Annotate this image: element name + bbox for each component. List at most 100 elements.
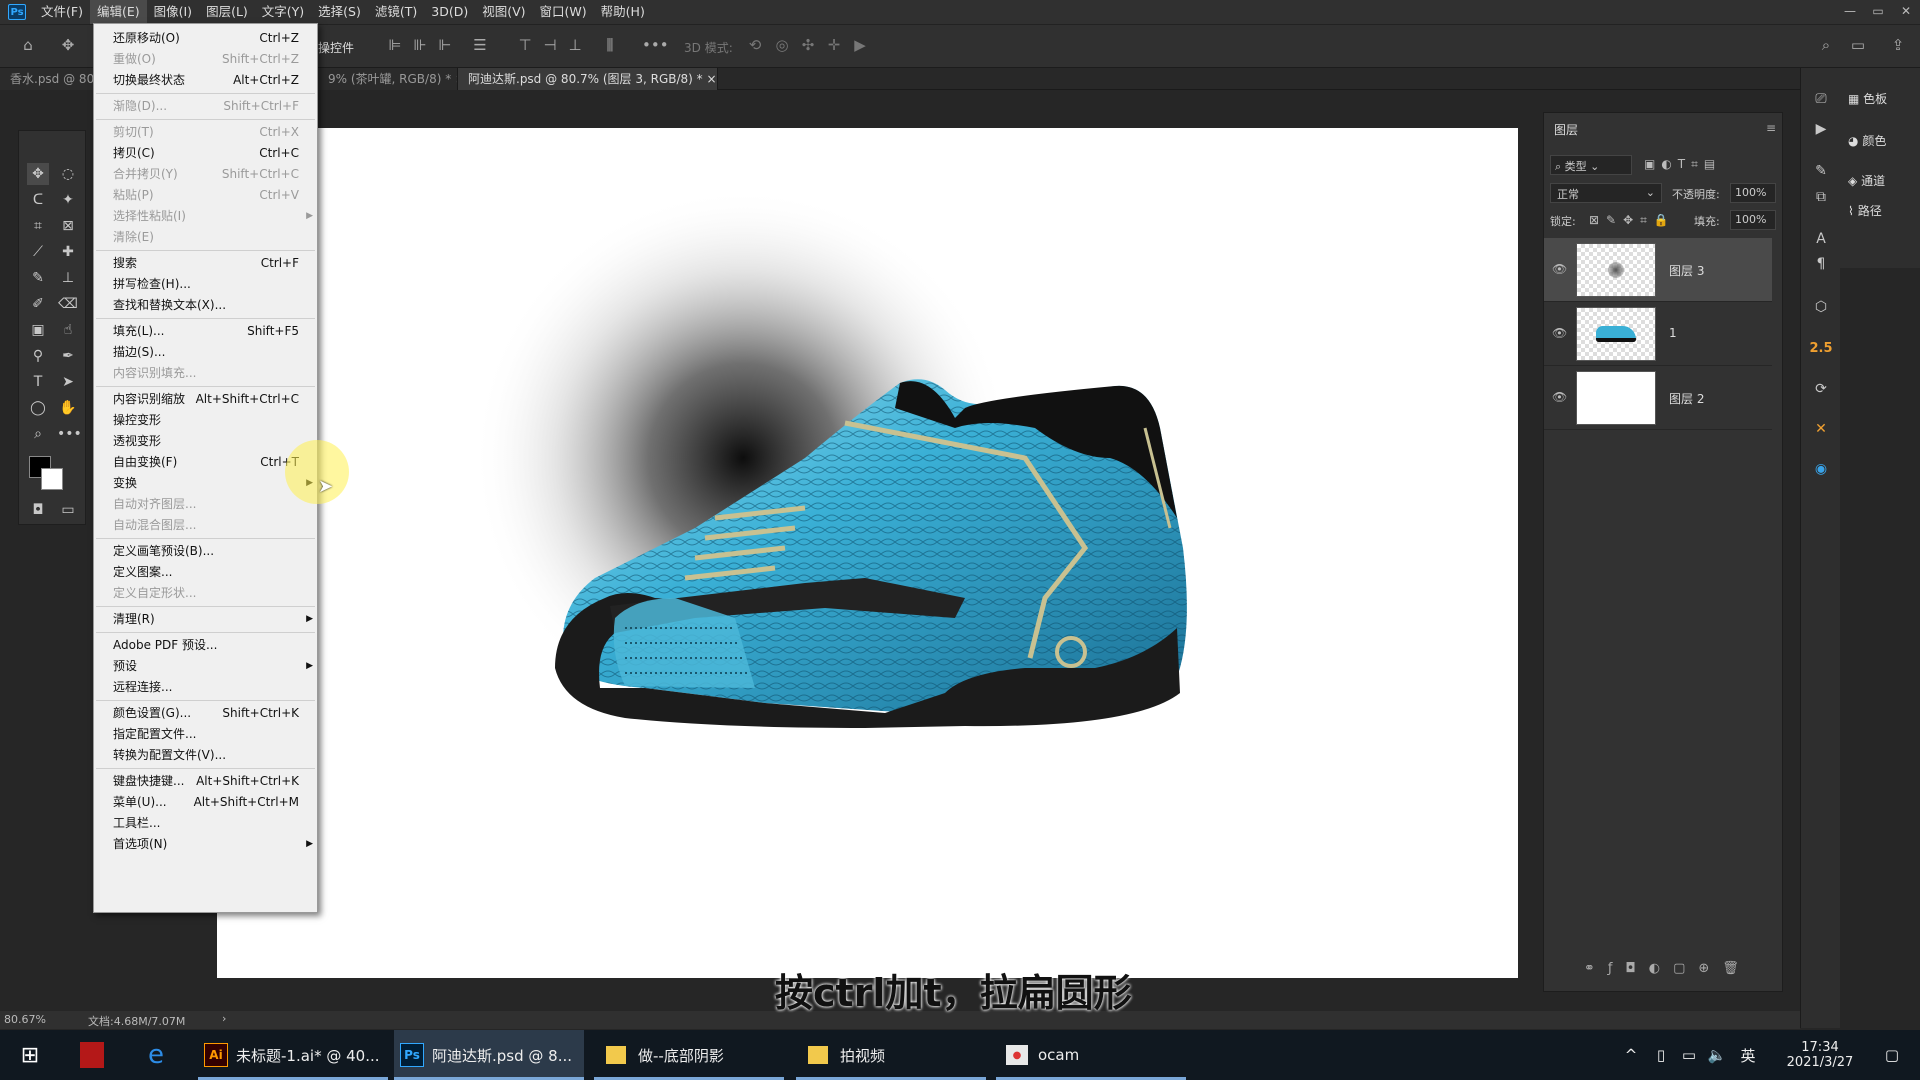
menu-9[interactable]: 窗口(W): [533, 0, 594, 24]
align-bottom-icon[interactable]: ⊥: [565, 35, 585, 55]
tab-close-icon[interactable]: ×: [707, 72, 717, 86]
more-tools-icon[interactable]: •••: [57, 423, 82, 445]
close-button[interactable]: ✕: [1892, 0, 1920, 24]
panel-paths[interactable]: ⌇ 路径: [1848, 202, 1882, 219]
tab-tea-can[interactable]: 9% (茶叶罐, RGB/8) * ×: [318, 68, 458, 90]
edit-menu-item[interactable]: 还原移动(O) Ctrl+Z: [94, 28, 319, 49]
3d-camera-icon[interactable]: ▶: [850, 35, 870, 55]
screen-mode-icon[interactable]: ▭: [57, 499, 79, 521]
menu-5[interactable]: 选择(S): [311, 0, 368, 24]
edit-menu-item[interactable]: 定义图案...: [94, 562, 319, 583]
type-tool-icon[interactable]: T: [27, 371, 49, 393]
blend-mode-select[interactable]: 正常 ⌄: [1550, 183, 1662, 203]
history-icon[interactable]: ⎚: [1810, 88, 1832, 110]
fill-input[interactable]: 100%: [1730, 210, 1776, 230]
minimize-button[interactable]: —: [1836, 0, 1864, 24]
search-icon[interactable]: ⌕: [1816, 35, 1836, 55]
move-tool-icon[interactable]: ✥: [27, 163, 49, 185]
edit-menu-item[interactable]: 搜索 Ctrl+F: [94, 253, 319, 274]
home-icon[interactable]: ⌂: [18, 35, 38, 55]
edit-menu-item[interactable]: 工具栏...: [94, 813, 319, 834]
3d-pan-icon[interactable]: ✣: [798, 35, 818, 55]
taskbar-photoshop[interactable]: Ps 阿迪达斯.psd @ 8...: [394, 1030, 584, 1080]
adjustments-icon[interactable]: ⧉: [1810, 186, 1832, 208]
frame-tool-icon[interactable]: ⊠: [57, 215, 79, 237]
menu-0[interactable]: 文件(F): [34, 0, 90, 24]
edit-menu-item[interactable]: 查找和替换文本(X)...: [94, 295, 319, 316]
edit-menu-item[interactable]: 键盘快捷键... Alt+Shift+Ctrl+K: [94, 771, 319, 792]
ellipse-tool-icon[interactable]: ◯: [27, 397, 49, 419]
eyedropper-icon[interactable]: ⟋: [27, 241, 49, 263]
panel-swatches[interactable]: ▦ 色板: [1848, 90, 1887, 107]
healing-brush-icon[interactable]: ✚: [57, 241, 79, 263]
layer-actions-bar[interactable]: ⚭ƒ◘◐▢⊕🗑: [1584, 961, 1752, 976]
edit-menu-item[interactable]: 首选项(N) ▶: [94, 834, 319, 855]
menu-1[interactable]: 编辑(E): [89, 0, 147, 24]
app-circle-icon[interactable]: ◉: [1810, 458, 1832, 480]
zoom-level[interactable]: 80.67%: [4, 1013, 46, 1026]
distribute-v-icon[interactable]: ⫼: [600, 35, 620, 55]
notification-icon[interactable]: ▢: [1872, 1030, 1912, 1080]
chevron-up-icon[interactable]: ^: [1616, 1030, 1646, 1080]
character-icon[interactable]: A: [1810, 228, 1832, 250]
dodge-tool-icon[interactable]: ⚲: [27, 345, 49, 367]
more-icon[interactable]: •••: [642, 35, 669, 55]
edit-menu-item[interactable]: 透视变形: [94, 431, 319, 452]
edit-menu-item[interactable]: 远程连接...: [94, 677, 319, 698]
lasso-tool-icon[interactable]: ᑕ: [27, 189, 49, 211]
tools-cross-icon[interactable]: ✕: [1810, 418, 1832, 440]
align-right-icon[interactable]: ⊩: [435, 35, 455, 55]
edit-menu-item[interactable]: 转换为配置文件(V)...: [94, 745, 319, 766]
3d-slide-icon[interactable]: ✛: [824, 35, 844, 55]
menu-4[interactable]: 文字(Y): [255, 0, 311, 24]
chevron-right-icon[interactable]: ›: [222, 1012, 226, 1025]
align-top-icon[interactable]: ⊤: [515, 35, 535, 55]
brush-settings-icon[interactable]: ✎: [1810, 160, 1832, 182]
3d-roll-icon[interactable]: ◎: [772, 35, 792, 55]
visibility-eye-icon[interactable]: 👁: [1552, 326, 1567, 340]
gradient-tool-icon[interactable]: ▣: [27, 319, 49, 341]
menu-10[interactable]: 帮助(H): [594, 0, 652, 24]
panel-channels[interactable]: ◈ 通道: [1848, 172, 1885, 189]
panel-menu-icon[interactable]: ≡: [1766, 121, 1776, 135]
menu-6[interactable]: 滤镜(T): [368, 0, 424, 24]
visibility-eye-icon[interactable]: 👁: [1552, 262, 1567, 276]
battery-icon[interactable]: ▭: [1676, 1030, 1702, 1080]
edit-menu-item[interactable]: 内容识别缩放 Alt+Shift+Ctrl+C: [94, 389, 319, 410]
input-language[interactable]: 英: [1736, 1030, 1760, 1080]
share-icon[interactable]: ⇪: [1888, 35, 1908, 55]
clock[interactable]: 17:34 2021/3/27: [1770, 1030, 1870, 1080]
taskbar-folder-shadow[interactable]: 做--底部阴影: [594, 1030, 784, 1080]
edit-menu-item[interactable]: 预设 ▶: [94, 656, 319, 677]
edit-menu-item[interactable]: 描边(S)...: [94, 342, 319, 363]
opacity-input[interactable]: 100%: [1730, 183, 1776, 203]
edit-menu-item[interactable]: 定义画笔预设(B)...: [94, 541, 319, 562]
panel-color[interactable]: ◕ 颜色: [1848, 132, 1886, 149]
edit-menu-item[interactable]: 菜单(U)... Alt+Shift+Ctrl+M: [94, 792, 319, 813]
workspace-icon[interactable]: ▭: [1848, 35, 1868, 55]
stamp-tool-icon[interactable]: ⊥: [57, 267, 79, 289]
zoom-tool-icon[interactable]: ⌕: [27, 423, 49, 445]
actions-icon[interactable]: ▶: [1810, 118, 1832, 140]
pen-tool-icon[interactable]: ✒: [57, 345, 79, 367]
edge-browser-icon[interactable]: e: [134, 1030, 178, 1080]
history-brush-icon[interactable]: ✐: [27, 293, 49, 315]
eraser-tool-icon[interactable]: ⌫: [57, 293, 79, 315]
taskbar-illustrator[interactable]: Ai 未标题-1.ai* @ 40...: [198, 1030, 388, 1080]
3d-icon[interactable]: ⬡: [1810, 296, 1832, 318]
lock-icons[interactable]: ⊠✎✥⌗🔒: [1589, 213, 1676, 228]
layer-row-layer2[interactable]: 👁 图层 2: [1544, 366, 1772, 430]
align-middle-icon[interactable]: ⊣: [540, 35, 560, 55]
taskbar-folder-video[interactable]: 拍视频: [796, 1030, 986, 1080]
volume-icon[interactable]: 🔈: [1704, 1030, 1730, 1080]
windows-start-icon[interactable]: ⊞: [10, 1030, 50, 1080]
brush-tool-icon[interactable]: ✎: [27, 267, 49, 289]
layer-row-1[interactable]: 👁 1: [1544, 302, 1772, 366]
hand-tool-icon[interactable]: ✋: [57, 397, 79, 419]
marquee-tool-icon[interactable]: ◌: [57, 163, 79, 185]
edit-menu-item[interactable]: Adobe PDF 预设...: [94, 635, 319, 656]
edit-menu-item[interactable]: 指定配置文件...: [94, 724, 319, 745]
edit-menu-item[interactable]: 拼写检查(H)...: [94, 274, 319, 295]
edit-menu-item[interactable]: 拷贝(C) Ctrl+C: [94, 143, 319, 164]
tab-perfume[interactable]: 香水.psd @ 80...: [0, 68, 100, 90]
